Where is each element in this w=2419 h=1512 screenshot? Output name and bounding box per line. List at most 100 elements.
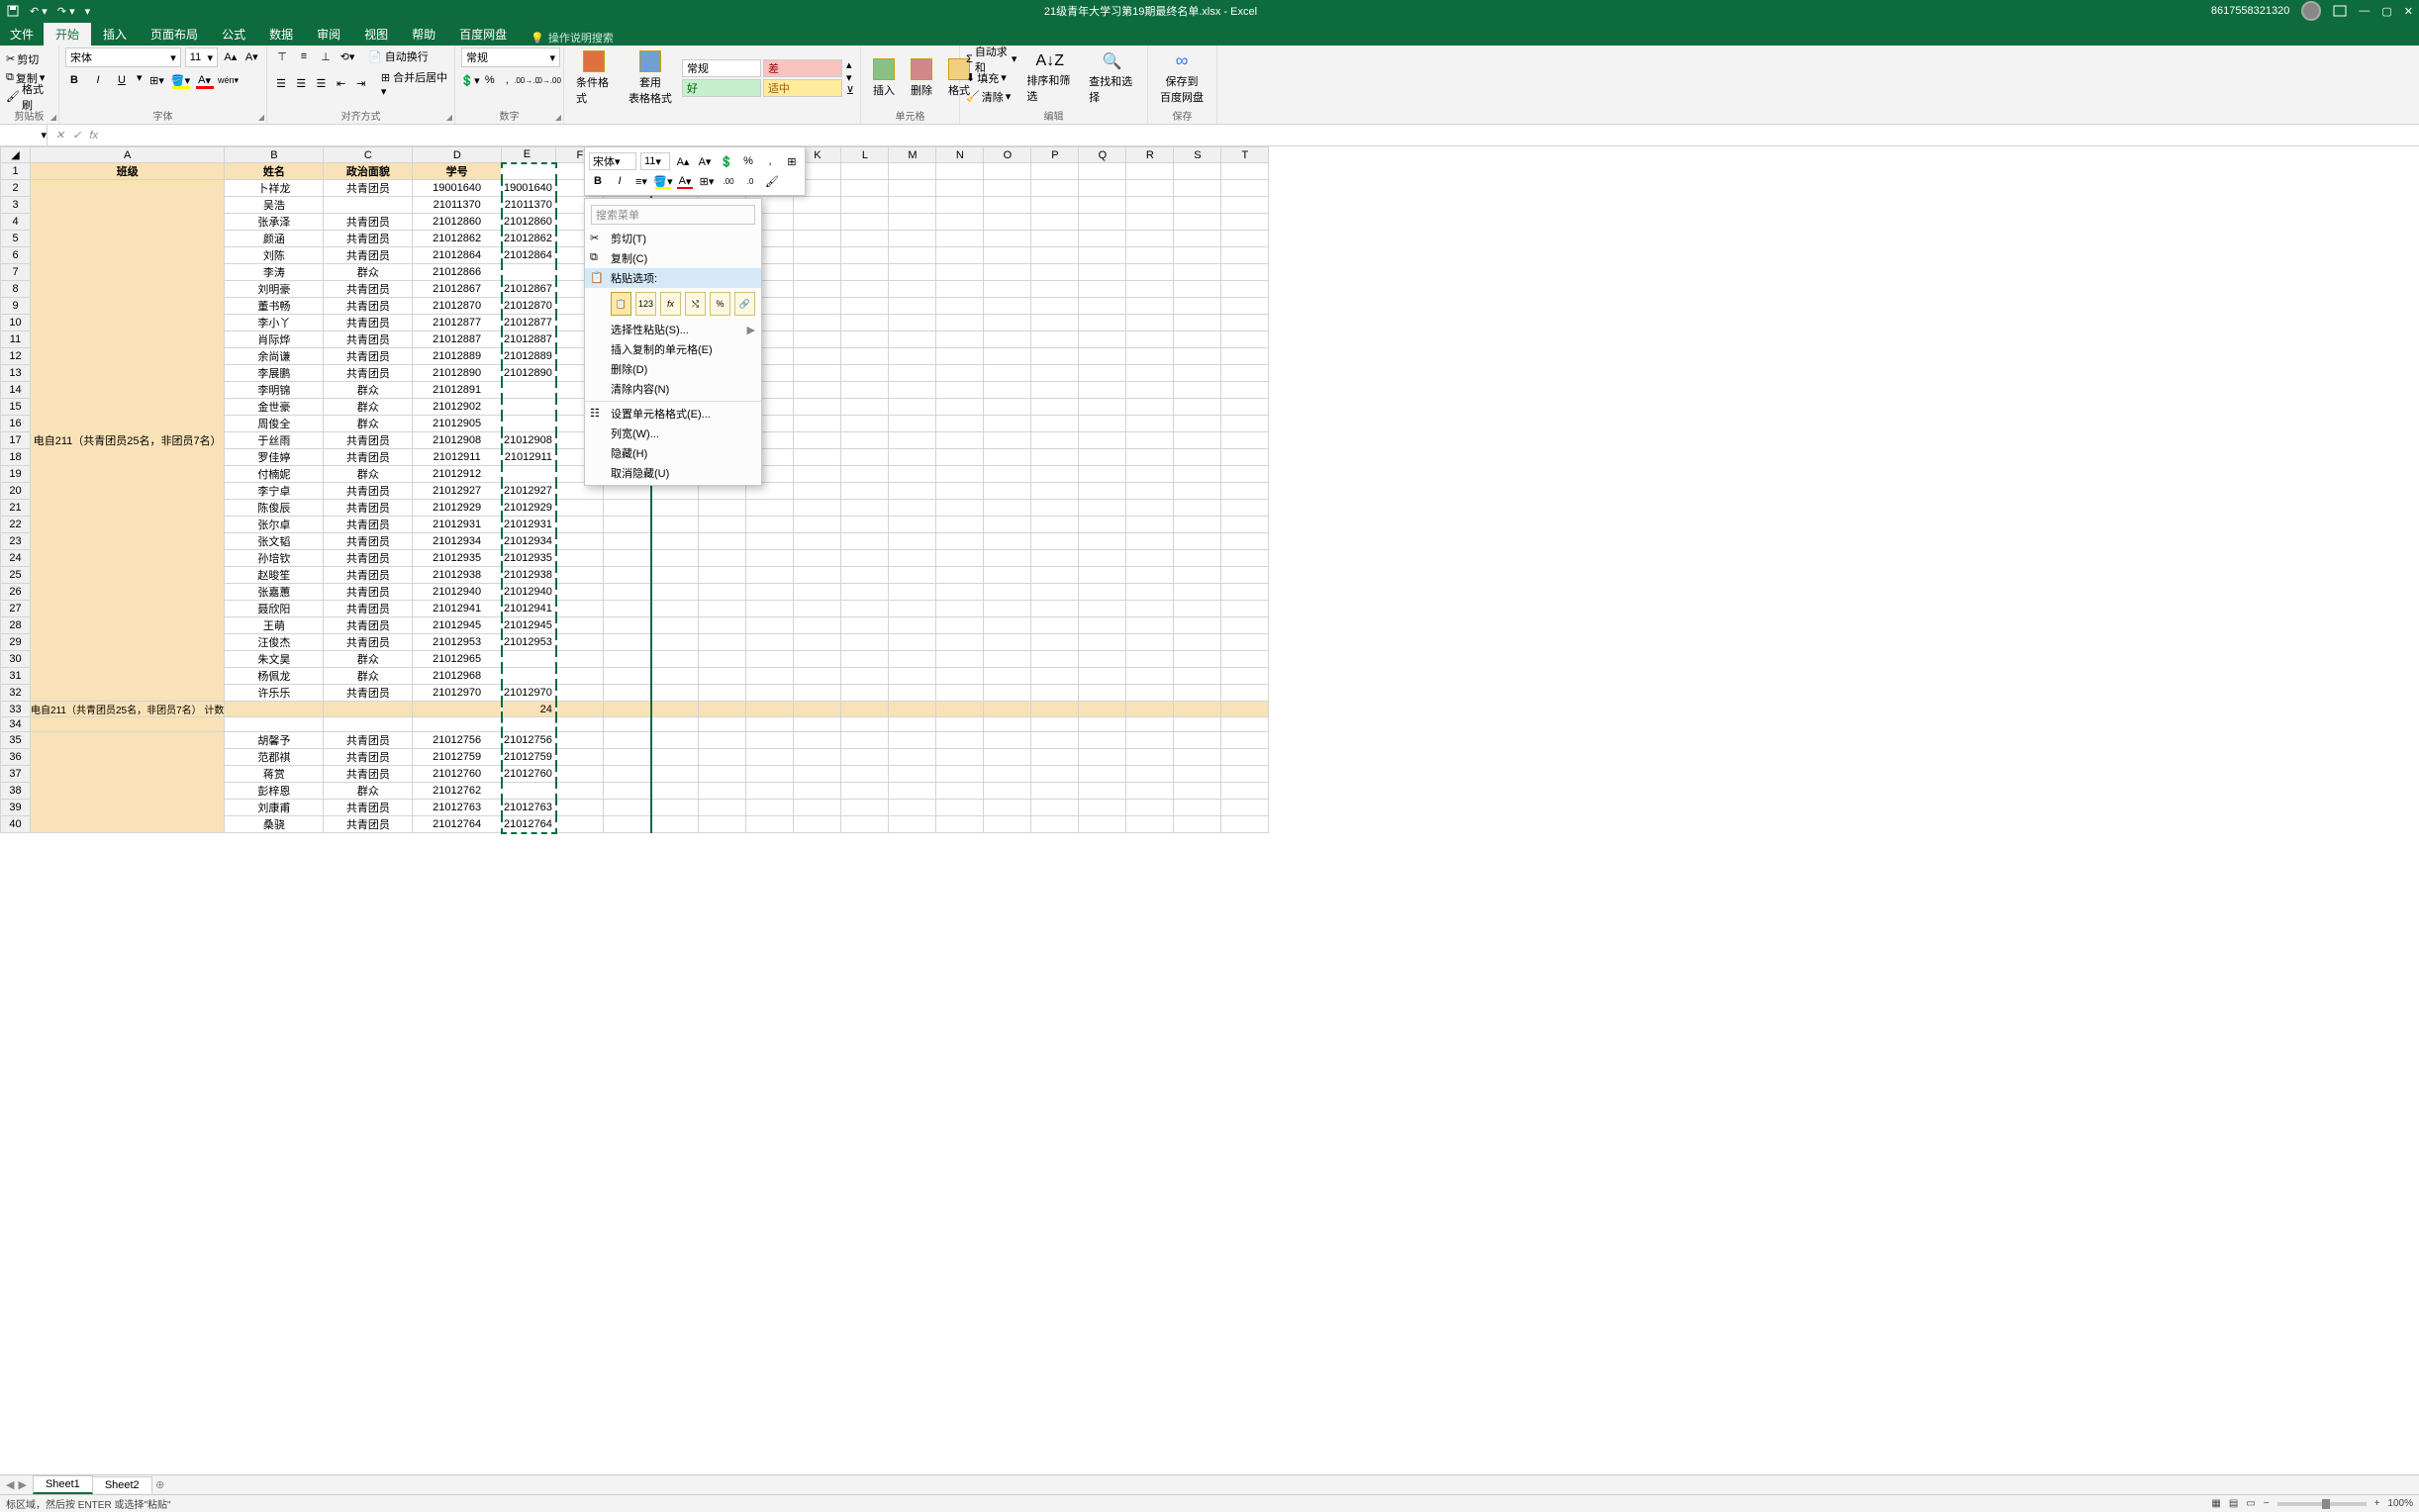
cell-D18[interactable]: 21012911 [413, 449, 502, 466]
cell-K10[interactable] [794, 315, 841, 331]
cell-D36[interactable]: 21012759 [413, 749, 502, 766]
cell-L6[interactable] [841, 247, 889, 264]
cell-K29[interactable] [794, 634, 841, 651]
cell-N17[interactable] [936, 432, 984, 449]
tab-view[interactable]: 视图 [352, 23, 400, 46]
cell-M14[interactable] [889, 382, 936, 399]
cell-C17[interactable]: 共青团员 [324, 432, 413, 449]
cell-R40[interactable] [1126, 816, 1174, 833]
cell-E4[interactable]: 21012860 [502, 214, 556, 231]
cell-R22[interactable] [1126, 517, 1174, 533]
cell-C29[interactable]: 共青团员 [324, 634, 413, 651]
cell-H28[interactable] [651, 617, 699, 634]
cell-B25[interactable]: 赵晙笙 [225, 567, 324, 584]
cell-O34[interactable] [984, 717, 1031, 732]
cell-E27[interactable]: 21012941 [502, 601, 556, 617]
minimize-icon[interactable]: — [2359, 5, 2370, 17]
cell-M37[interactable] [889, 766, 936, 783]
cell-C34[interactable] [324, 717, 413, 732]
cell-K40[interactable] [794, 816, 841, 833]
cell-P4[interactable] [1031, 214, 1079, 231]
cell-E18[interactable]: 21012911 [502, 449, 556, 466]
column-header-N[interactable]: N [936, 147, 984, 163]
cell-E6[interactable]: 21012864 [502, 247, 556, 264]
cell-R39[interactable] [1126, 800, 1174, 816]
cell-R33[interactable] [1126, 702, 1174, 717]
cell-M38[interactable] [889, 783, 936, 800]
cell-C4[interactable]: 共青团员 [324, 214, 413, 231]
cell-B38[interactable]: 彭梓恩 [225, 783, 324, 800]
cell-S6[interactable] [1174, 247, 1221, 264]
cell-N19[interactable] [936, 466, 984, 483]
cell-B20[interactable]: 李宁卓 [225, 483, 324, 500]
cell-R37[interactable] [1126, 766, 1174, 783]
cell-S21[interactable] [1174, 500, 1221, 517]
cell-T33[interactable] [1221, 702, 1269, 717]
cell-I36[interactable] [699, 749, 746, 766]
cell-E7[interactable] [502, 264, 556, 281]
cell-H32[interactable] [651, 685, 699, 702]
cell-L3[interactable] [841, 197, 889, 214]
find-select-button[interactable]: 🔍查找和选择 [1083, 49, 1141, 107]
row-header-26[interactable]: 26 [1, 584, 31, 601]
cell-E9[interactable]: 21012870 [502, 298, 556, 315]
sheet-nav-next-icon[interactable]: ▶ [18, 1478, 26, 1491]
cell-C20[interactable]: 共青团员 [324, 483, 413, 500]
cell-C40[interactable]: 共青团员 [324, 816, 413, 833]
mini-format-painter-icon[interactable]: 🖌 [763, 172, 781, 190]
cell-J29[interactable] [746, 634, 794, 651]
cell-D23[interactable]: 21012934 [413, 533, 502, 550]
cell-M35[interactable] [889, 732, 936, 749]
cell-L15[interactable] [841, 399, 889, 416]
cell-S5[interactable] [1174, 231, 1221, 247]
row-header-29[interactable]: 29 [1, 634, 31, 651]
ctx-search-input[interactable]: 搜索菜单 [591, 205, 755, 225]
cell-B35[interactable]: 胡馨予 [225, 732, 324, 749]
cell-N38[interactable] [936, 783, 984, 800]
cell-Q16[interactable] [1079, 416, 1126, 432]
cell-E26[interactable]: 21012940 [502, 584, 556, 601]
styles-scroll-down[interactable]: ▾ [846, 71, 854, 84]
row-header-20[interactable]: 20 [1, 483, 31, 500]
cell-N2[interactable] [936, 180, 984, 197]
cell-D17[interactable]: 21012908 [413, 432, 502, 449]
font-name-combo[interactable]: 宋体▾ [65, 47, 181, 67]
sheet-tab-1[interactable]: Sheet1 [33, 1475, 93, 1494]
cell-Q25[interactable] [1079, 567, 1126, 584]
cell-D40[interactable]: 21012764 [413, 816, 502, 833]
cell-B11[interactable]: 肖际烨 [225, 331, 324, 348]
cell-M20[interactable] [889, 483, 936, 500]
cell-D3[interactable]: 21011370 [413, 197, 502, 214]
paste-opt-values[interactable]: 123 [635, 292, 656, 316]
cell-D2[interactable]: 19001640 [413, 180, 502, 197]
undo-icon[interactable]: ↶ ▾ [30, 5, 48, 18]
cell-T20[interactable] [1221, 483, 1269, 500]
row-header-33[interactable]: 33 [1, 702, 31, 717]
cell-S17[interactable] [1174, 432, 1221, 449]
cell-D6[interactable]: 21012864 [413, 247, 502, 264]
cell-F32[interactable] [556, 685, 604, 702]
cell-Q29[interactable] [1079, 634, 1126, 651]
cell-Q21[interactable] [1079, 500, 1126, 517]
row-header-37[interactable]: 37 [1, 766, 31, 783]
cell-K8[interactable] [794, 281, 841, 298]
decrease-decimal-icon[interactable]: .0→.00 [539, 71, 557, 89]
cell-J21[interactable] [746, 500, 794, 517]
cell-B12[interactable]: 余尚谦 [225, 348, 324, 365]
cell-R38[interactable] [1126, 783, 1174, 800]
cell-H34[interactable] [651, 717, 699, 732]
cell-N5[interactable] [936, 231, 984, 247]
cell-T9[interactable] [1221, 298, 1269, 315]
paste-opt-paste[interactable]: 📋 [611, 292, 631, 316]
cell-L38[interactable] [841, 783, 889, 800]
cell-F33[interactable] [556, 702, 604, 717]
cell-R18[interactable] [1126, 449, 1174, 466]
cell-P6[interactable] [1031, 247, 1079, 264]
cell-B3[interactable]: 吴浩 [225, 197, 324, 214]
cell-H40[interactable] [651, 816, 699, 833]
cell-D12[interactable]: 21012889 [413, 348, 502, 365]
cell-K39[interactable] [794, 800, 841, 816]
cell-A33[interactable]: 电自211（共青团员25名，非团员7名） 计数 [31, 702, 225, 717]
cell-P20[interactable] [1031, 483, 1079, 500]
sheet-nav-prev-icon[interactable]: ◀ [6, 1478, 14, 1491]
